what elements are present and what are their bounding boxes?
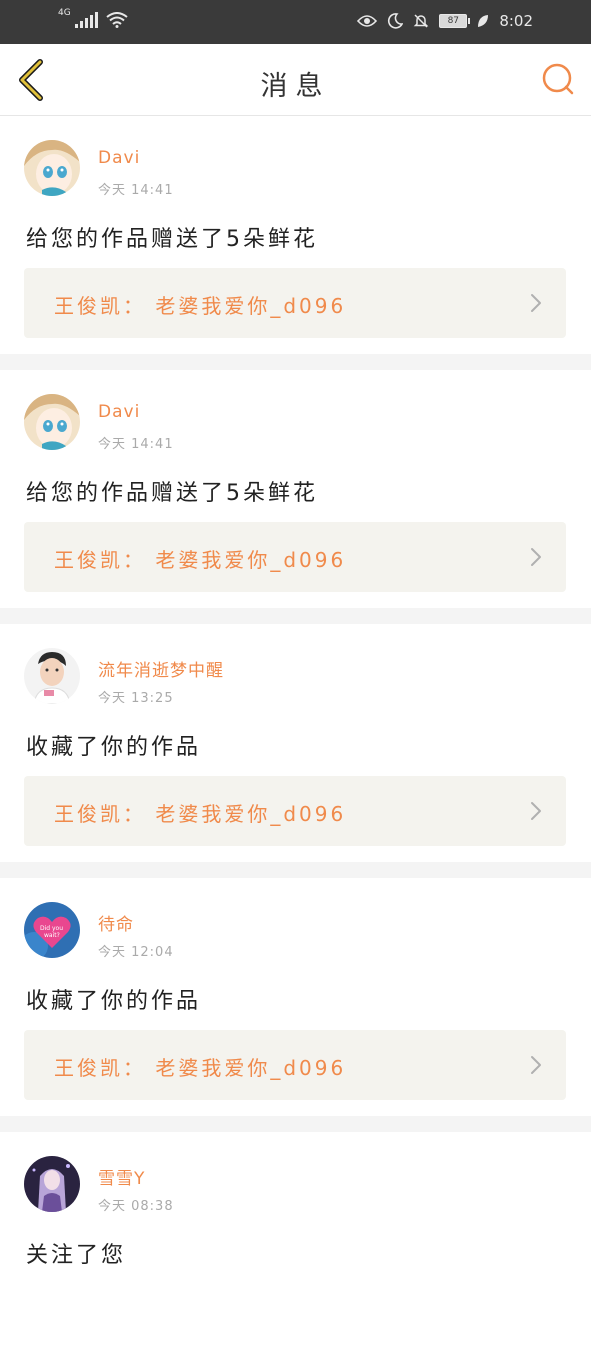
work-link[interactable]: 王俊凯： 老婆我爱你_d096	[24, 522, 566, 592]
timestamp: 今天 14:41	[98, 183, 174, 198]
avatar[interactable]	[24, 140, 80, 196]
leaf-icon	[478, 15, 489, 27]
avatar[interactable]: Did you wait?	[24, 902, 80, 958]
chevron-right-icon	[531, 294, 541, 312]
avatar[interactable]	[24, 394, 80, 450]
work-link[interactable]: 王俊凯： 老婆我爱你_d096	[24, 776, 566, 846]
svg-text:wait?: wait?	[44, 932, 60, 939]
status-left: 4G	[58, 8, 128, 28]
chevron-right-icon	[531, 548, 541, 566]
action-text: 收藏了你的作品	[26, 735, 202, 760]
divider	[0, 608, 591, 624]
avatar[interactable]	[24, 1156, 80, 1212]
wifi-icon	[106, 12, 128, 28]
username[interactable]: 流年消逝梦中醒	[98, 656, 224, 681]
mute-bell-icon	[414, 14, 429, 28]
timestamp: 今天 08:38	[98, 1199, 174, 1214]
divider	[0, 1116, 591, 1132]
username[interactable]: 雪雪Y	[98, 1164, 145, 1189]
work-link[interactable]: 王俊凯： 老婆我爱你_d096	[24, 1030, 566, 1100]
signal-icon	[74, 12, 98, 28]
message-item: 流年消逝梦中醒 今天 13:25 收藏了你的作品 王俊凯： 老婆我爱你_d096	[0, 624, 591, 862]
message-item: 雪雪Y 今天 08:38 关注了您	[0, 1132, 591, 1370]
timestamp: 今天 14:41	[98, 437, 174, 452]
battery-icon: 87	[439, 14, 471, 28]
nav-header: 消息	[0, 44, 591, 116]
network-type: 4G	[58, 8, 71, 18]
chevron-right-icon	[531, 1056, 541, 1074]
search-icon[interactable]	[541, 62, 575, 96]
timestamp: 今天 12:04	[98, 945, 174, 960]
moon-icon	[388, 13, 404, 29]
work-link[interactable]: 王俊凯： 老婆我爱你_d096	[24, 268, 566, 338]
action-text: 给您的作品赠送了5朵鲜花	[26, 227, 318, 252]
chevron-right-icon	[531, 802, 541, 820]
action-text: 收藏了你的作品	[26, 989, 202, 1014]
action-text: 给您的作品赠送了5朵鲜花	[26, 481, 318, 506]
work-title: 王俊凯： 老婆我爱你_d096	[54, 294, 347, 318]
status-bar: 4G 87 8:02	[0, 0, 591, 44]
timestamp: 今天 13:25	[98, 691, 174, 706]
action-text: 关注了您	[26, 1243, 127, 1268]
status-right: 87 8:02	[357, 12, 533, 30]
page-title: 消息	[260, 71, 331, 102]
username[interactable]: Davi	[98, 148, 140, 168]
eye-comfort-icon	[357, 15, 378, 27]
work-title: 王俊凯： 老婆我爱你_d096	[54, 802, 347, 826]
username[interactable]: 待命	[98, 910, 134, 935]
username[interactable]: Davi	[98, 402, 140, 422]
message-item: Did you wait? 待命 今天 12:04 收藏了你的作品 王俊凯： 老…	[0, 878, 591, 1116]
avatar[interactable]	[24, 648, 80, 704]
divider	[0, 354, 591, 370]
work-title: 王俊凯： 老婆我爱你_d096	[54, 1056, 347, 1080]
message-list: Davi 今天 14:41 给您的作品赠送了5朵鲜花 王俊凯： 老婆我爱你_d0…	[0, 116, 591, 1370]
message-item: Davi 今天 14:41 给您的作品赠送了5朵鲜花 王俊凯： 老婆我爱你_d0…	[0, 370, 591, 608]
svg-text:Did you: Did you	[40, 925, 63, 932]
message-item: Davi 今天 14:41 给您的作品赠送了5朵鲜花 王俊凯： 老婆我爱你_d0…	[0, 116, 591, 354]
work-title: 王俊凯： 老婆我爱你_d096	[54, 548, 347, 572]
divider	[0, 862, 591, 878]
clock: 8:02	[499, 12, 533, 30]
